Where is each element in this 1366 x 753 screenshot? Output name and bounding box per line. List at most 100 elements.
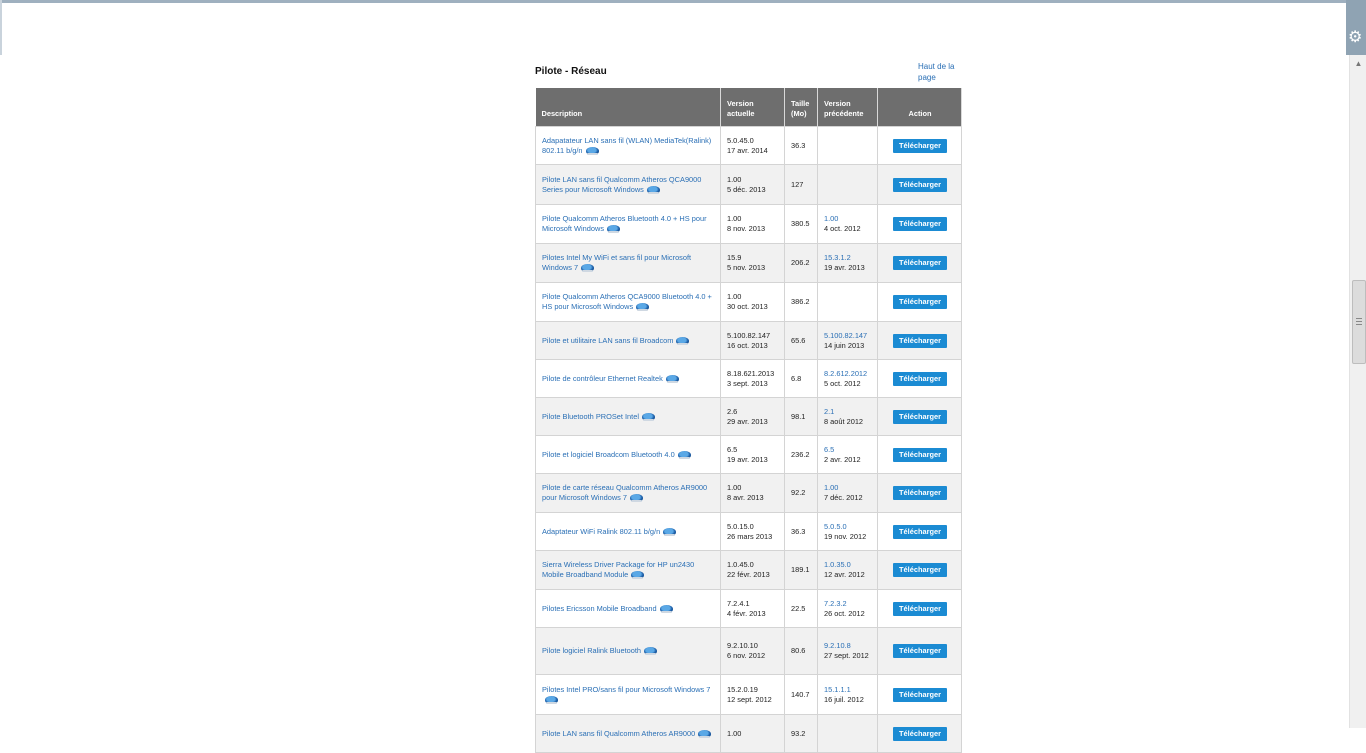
cell-previous-version: 6.5 2 avr. 2012	[817, 435, 878, 474]
previous-version-link[interactable]: 15.1.1.1	[824, 685, 872, 695]
download-button[interactable]: Télécharger	[893, 333, 947, 348]
cell-size: 80.6	[784, 627, 818, 675]
cell-action: Télécharger	[877, 359, 962, 398]
info-hat-icon[interactable]	[644, 647, 658, 656]
info-hat-icon[interactable]	[698, 729, 712, 738]
previous-version-link[interactable]: 6.5	[824, 445, 872, 455]
download-button[interactable]: Télécharger	[893, 486, 947, 500]
cell-description: Pilote LAN sans fil Qualcomm Atheros AR9…	[535, 714, 721, 753]
header-previous-version: Version précédente	[817, 88, 878, 127]
driver-link[interactable]: Pilotes Intel My WiFi et sans fil pour M…	[542, 253, 691, 272]
driver-link[interactable]: Pilotes Intel PRO/sans fil pour Microsof…	[542, 685, 710, 694]
cell-description: Pilote logiciel Ralink Bluetooth	[535, 627, 721, 675]
cell-previous-version	[817, 714, 878, 753]
current-version: 5.100.82.147	[727, 330, 771, 340]
current-version: 8.18.621.2013	[727, 368, 775, 378]
download-button[interactable]: Télécharger	[893, 371, 947, 386]
download-button[interactable]: Télécharger	[893, 447, 947, 462]
table-row: Adaptateur WiFi Ralink 802.11 b/g/n 5.0.1…	[535, 512, 962, 551]
vertical-scrollbar[interactable]: ▲	[1349, 55, 1366, 728]
info-hat-icon[interactable]	[636, 303, 650, 312]
info-hat-icon[interactable]	[646, 185, 660, 194]
download-button[interactable]: Télécharger	[893, 726, 947, 741]
table-row: Pilote logiciel Ralink Bluetooth 9.2.10.1…	[535, 627, 962, 675]
cell-previous-version: 7.2.3.2 26 oct. 2012	[817, 589, 878, 628]
download-button[interactable]: Télécharger	[893, 644, 947, 658]
driver-link[interactable]: Sierra Wireless Driver Package for HP un…	[542, 560, 694, 579]
previous-version-link[interactable]: 5.0.5.0	[824, 522, 872, 532]
info-hat-icon[interactable]	[659, 604, 673, 613]
driver-link[interactable]: Adaptateur WiFi Ralink 802.11 b/g/n	[542, 527, 660, 536]
cell-description: Sierra Wireless Driver Package for HP un…	[535, 550, 721, 590]
previous-version-link[interactable]: 2.1	[824, 407, 872, 417]
download-button[interactable]: Télécharger	[893, 687, 947, 702]
info-hat-icon[interactable]	[665, 374, 679, 383]
scroll-up-arrow-icon[interactable]: ▲	[1350, 55, 1366, 72]
cell-action: Télécharger	[877, 397, 962, 436]
cell-description: Pilote Qualcomm Atheros QCA9000 Bluetoot…	[535, 282, 721, 322]
info-hat-icon[interactable]	[545, 695, 558, 704]
download-button[interactable]: Télécharger	[893, 563, 947, 577]
current-version: 1.00	[727, 728, 742, 738]
driver-link[interactable]: Pilote et logiciel Broadcom Bluetooth 4.…	[542, 450, 675, 459]
current-version: 9.2.10.10	[727, 641, 758, 650]
previous-version-link[interactable]: 1.00	[824, 214, 872, 224]
current-date: 5 déc. 2013	[727, 184, 766, 194]
cell-size: 189.1	[784, 550, 818, 590]
download-button[interactable]: Télécharger	[893, 524, 947, 539]
info-hat-icon[interactable]	[641, 412, 655, 421]
cell-size: 236.2	[784, 435, 818, 474]
cell-previous-version: 2.1 8 août 2012	[817, 397, 878, 436]
driver-link[interactable]: Pilote Qualcomm Atheros Bluetooth 4.0 + …	[542, 214, 707, 233]
previous-version-link[interactable]: 1.00	[824, 483, 872, 493]
previous-version-link[interactable]: 15.3.1.2	[824, 253, 872, 263]
table-row: Pilote et logiciel Broadcom Bluetooth 4.…	[535, 435, 962, 474]
driver-link[interactable]: Pilote de carte réseau Qualcomm Atheros …	[542, 483, 707, 502]
download-button[interactable]: Télécharger	[893, 601, 947, 616]
cell-current-version: 1.00 5 déc. 2013	[720, 164, 785, 205]
info-hat-icon[interactable]	[631, 571, 645, 580]
current-version: 15.9	[727, 253, 742, 262]
info-hat-icon[interactable]	[663, 527, 677, 536]
previous-date: 19 avr. 2013	[824, 263, 865, 272]
driver-link[interactable]: Pilote Bluetooth PROSet Intel	[542, 412, 639, 421]
info-hat-icon[interactable]	[607, 225, 621, 234]
previous-version-link[interactable]: 8.2.612.2012	[824, 369, 872, 379]
cell-previous-version: 1.00 7 déc. 2012	[817, 473, 878, 513]
driver-link[interactable]: Adapatateur LAN sans fil (WLAN) MediaTek…	[542, 136, 711, 155]
previous-date: 27 sept. 2012	[824, 651, 869, 660]
previous-version-link[interactable]: 1.0.35.0	[824, 560, 872, 570]
cell-action: Télécharger	[877, 550, 962, 590]
previous-version-link[interactable]: 9.2.10.8	[824, 641, 872, 651]
back-to-top-link[interactable]: Haut de la page	[918, 61, 962, 83]
info-hat-icon[interactable]	[585, 146, 599, 155]
gear-icon[interactable]: ⚙	[1348, 30, 1364, 46]
driver-link[interactable]: Pilotes Ericsson Mobile Broadband	[542, 604, 657, 613]
driver-link[interactable]: Pilote Qualcomm Atheros QCA9000 Bluetoot…	[542, 292, 712, 311]
cell-size: 92.2	[784, 473, 818, 513]
info-hat-icon[interactable]	[630, 494, 644, 503]
cell-size: 36.3	[784, 512, 818, 551]
table-row: Pilote LAN sans fil Qualcomm Atheros AR9…	[535, 714, 962, 753]
download-button[interactable]: Télécharger	[893, 256, 947, 270]
download-button[interactable]: Télécharger	[893, 177, 947, 192]
cell-description: Pilotes Ericsson Mobile Broadband	[535, 589, 721, 628]
cell-size: 65.6	[784, 321, 818, 360]
previous-version-link[interactable]: 5.100.82.147	[824, 331, 872, 341]
driver-link[interactable]: Pilote LAN sans fil Qualcomm Atheros AR9…	[542, 729, 695, 738]
driver-link[interactable]: Pilote de contrôleur Ethernet Realtek	[542, 374, 663, 383]
download-button[interactable]: Télécharger	[893, 409, 947, 424]
scrollbar-thumb[interactable]	[1352, 280, 1366, 364]
previous-version-link[interactable]: 7.2.3.2	[824, 599, 872, 609]
info-hat-icon[interactable]	[677, 450, 691, 459]
info-hat-icon[interactable]	[581, 264, 595, 273]
download-button[interactable]: Télécharger	[893, 295, 947, 309]
driver-link[interactable]: Pilote LAN sans fil Qualcomm Atheros QCA…	[542, 175, 701, 194]
current-date: 8 avr. 2013	[727, 493, 764, 502]
driver-link[interactable]: Pilote et utilitaire LAN sans fil Broadc…	[542, 336, 673, 345]
info-hat-icon[interactable]	[676, 336, 690, 345]
download-button[interactable]: Télécharger	[893, 217, 947, 231]
driver-link[interactable]: Pilote logiciel Ralink Bluetooth	[542, 646, 641, 655]
cell-action: Télécharger	[877, 714, 962, 753]
download-button[interactable]: Télécharger	[893, 138, 947, 153]
